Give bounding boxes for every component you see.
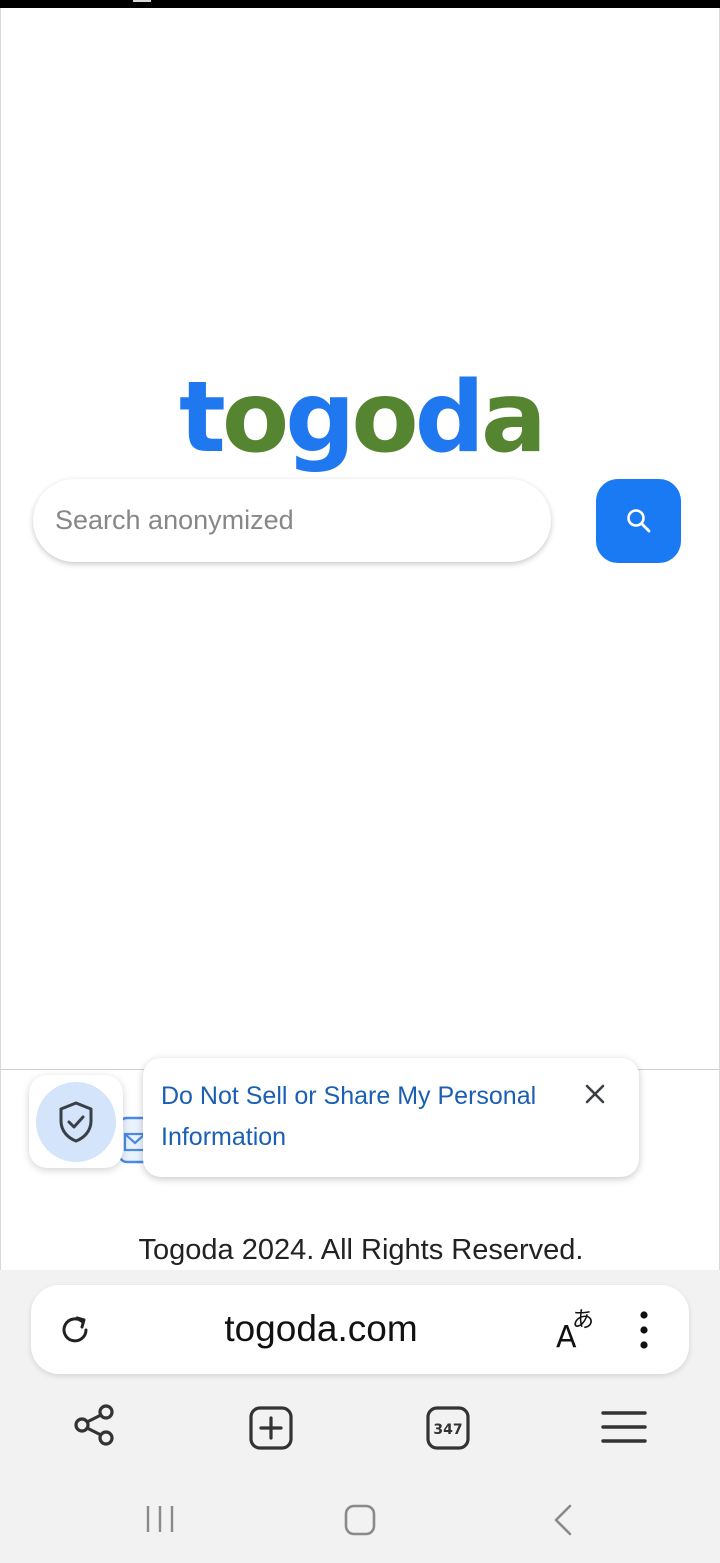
address-bar[interactable]: togoda.com A あ [31, 1285, 689, 1374]
do-not-sell-link[interactable]: Do Not Sell or Share My Personal Informa… [161, 1076, 561, 1158]
search-icon [626, 509, 650, 533]
tab-count: 347 [433, 1422, 462, 1438]
logo-t: t [179, 361, 226, 475]
togoda-logo[interactable]: togoda [1, 361, 719, 475]
close-icon[interactable] [583, 1082, 607, 1106]
tabs-button[interactable]: 347 [425, 1405, 475, 1455]
web-content[interactable]: togoda Do Not Sell or Share My Personal … [0, 8, 720, 1270]
url-text[interactable]: togoda.com [171, 1305, 471, 1353]
search-box[interactable] [33, 479, 551, 562]
logo-g: g [285, 361, 355, 475]
search-button[interactable] [596, 479, 681, 563]
reload-icon[interactable] [59, 1313, 93, 1347]
translate-icon[interactable]: A あ [554, 1307, 600, 1355]
new-tab-icon[interactable] [248, 1405, 298, 1455]
back-icon[interactable] [552, 1504, 574, 1541]
logo-o1: o [221, 361, 289, 475]
menu-icon[interactable] [601, 1408, 651, 1458]
browser-bottom-bar: togoda.com A あ 347 [0, 1270, 720, 1563]
copyright-text: Togoda 2024. All Rights Reserved. [138, 1234, 584, 1266]
share-icon[interactable] [72, 1402, 122, 1452]
status-indicator [133, 0, 151, 2]
privacy-shield-button[interactable] [29, 1075, 123, 1168]
shield-check-icon [59, 1101, 93, 1142]
more-options-icon[interactable] [631, 1310, 657, 1350]
logo-o2: o [351, 361, 418, 475]
logo-a: a [480, 361, 547, 475]
logo-d: d [414, 361, 485, 475]
consent-popup: Do Not Sell or Share My Personal Informa… [143, 1058, 639, 1177]
shield-circle [36, 1081, 116, 1162]
recent-apps-icon[interactable] [144, 1504, 176, 1539]
status-bar [0, 0, 720, 8]
search-input[interactable] [33, 479, 551, 562]
svg-text:あ: あ [572, 1308, 594, 1333]
home-icon[interactable] [344, 1504, 376, 1541]
